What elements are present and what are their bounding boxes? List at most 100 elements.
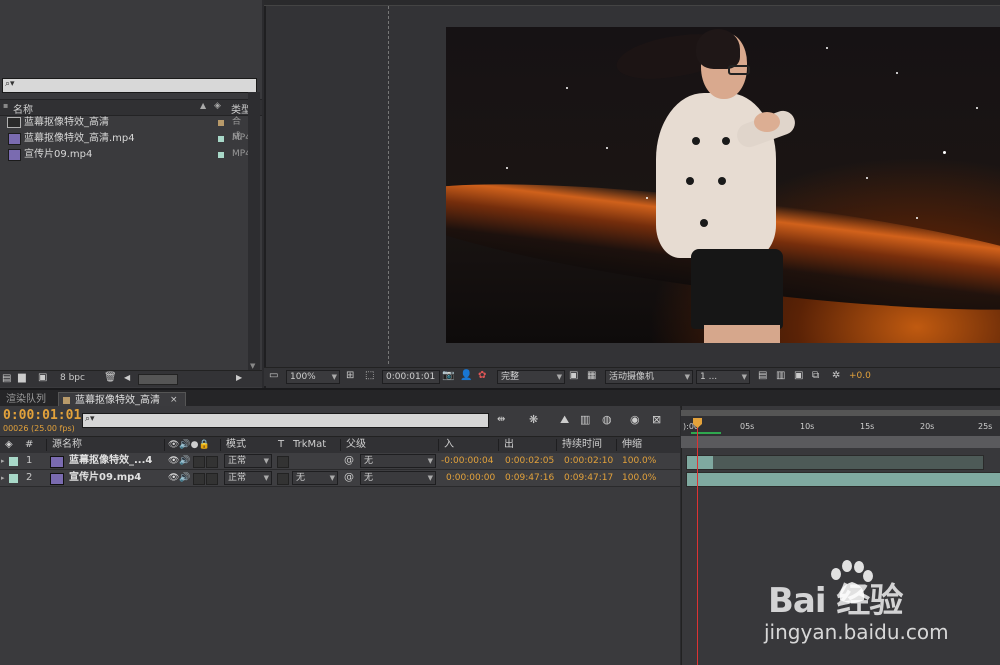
new-composition-icon[interactable]: ▣ [38, 372, 47, 383]
stretch-column-header[interactable]: 伸缩 [622, 438, 642, 452]
region-of-interest-icon[interactable]: ▣ [569, 370, 578, 381]
new-folder-icon[interactable]: ▆ [18, 372, 26, 383]
layer-out-point[interactable]: 0:09:47:16 [505, 470, 554, 486]
reset-exposure-icon[interactable]: ✲ [832, 370, 840, 381]
viewer-top-border [264, 0, 1000, 6]
layer-stretch[interactable]: 100.0% [622, 470, 656, 486]
camera-dropdown[interactable]: 活动摄像机 ▼ [605, 370, 693, 384]
draft-3d-icon[interactable]: ❋ [529, 413, 538, 426]
layer-stretch[interactable]: 100.0% [622, 453, 656, 469]
parent-dropdown[interactable]: 无 ▼ [360, 471, 436, 485]
chevron-down-icon: ▼ [741, 373, 747, 381]
layer-out-point[interactable]: 0:00:02:05 [505, 453, 554, 469]
timeline-icon[interactable]: ▣ [794, 370, 803, 381]
project-item[interactable]: 蓝幕抠像特效_高清 合成 ⧉ [0, 115, 255, 142]
time-ruler[interactable]: ):00 05s 10s 15s 20s 25s [681, 410, 1000, 436]
lock-switch[interactable] [206, 473, 218, 485]
in-column-header[interactable]: 入 [444, 438, 454, 452]
mask-visibility-icon[interactable]: ⬚ [365, 370, 374, 381]
current-time-indicator[interactable] [697, 418, 698, 665]
brainstorm-icon[interactable]: ⊠ [652, 413, 661, 426]
timeline-search-input[interactable]: ⌕▾ [82, 413, 489, 428]
always-preview-icon[interactable]: ▭ [269, 370, 278, 381]
composition-frame[interactable] [446, 27, 1000, 343]
graph-editor-icon[interactable]: ◉ [630, 413, 640, 426]
mode-dropdown[interactable]: 正常 ▼ [224, 471, 272, 485]
shy-layers-icon[interactable]: ⛰ [560, 413, 569, 427]
views-dropdown[interactable]: 1 ... ▼ [696, 370, 750, 384]
viewer-timecode[interactable]: 0:00:01:01 [382, 370, 440, 384]
layer-duration-bar[interactable] [686, 455, 984, 470]
preserve-transparency-switch[interactable] [277, 456, 289, 468]
t-column-header[interactable]: T [278, 438, 284, 452]
show-snapshot-icon[interactable]: 👤 [460, 370, 472, 381]
layer-name[interactable]: 宣传片09.mp4 [69, 470, 141, 486]
comp-mini-flowchart-icon[interactable]: ⇹ [497, 414, 505, 425]
work-area-bar[interactable] [681, 436, 1000, 448]
scroll-left-icon[interactable]: ◀ [124, 373, 130, 382]
layer-in-point[interactable]: -0:00:00:04 [441, 453, 493, 469]
project-scrollbar[interactable]: ▼ [248, 92, 260, 372]
visibility-audio-icon[interactable]: 👁🔊 [168, 470, 191, 486]
expand-arrow-icon[interactable]: ▸ [1, 470, 5, 486]
channel-icon[interactable]: ✿ [478, 370, 486, 381]
solo-switch[interactable] [193, 473, 205, 485]
bit-depth-label[interactable]: 8 bpc [60, 373, 85, 383]
tab-render-queue[interactable]: 渲染队列 [2, 392, 50, 407]
out-column-header[interactable]: 出 [504, 438, 514, 452]
project-search-input[interactable]: ⌕▾ [2, 78, 257, 93]
flowchart-icon[interactable]: ⧉ [812, 370, 819, 381]
toggle-pixel-aspect-icon[interactable]: ▤ [758, 370, 767, 381]
safe-margins-icon[interactable]: ⊞ [346, 370, 354, 381]
pick-whip-icon[interactable]: @ [344, 470, 354, 486]
layer-duration[interactable]: 0:09:47:17 [564, 470, 613, 486]
project-item[interactable]: 蓝幕抠像特效_高清.mp4 MP4 [0, 131, 251, 146]
num-column-header[interactable]: # [25, 438, 33, 452]
layer-label-color[interactable] [9, 457, 18, 466]
time-navigator[interactable] [681, 410, 1000, 416]
trkmat-column-header[interactable]: TrkMat [293, 438, 326, 452]
preserve-transparency-switch[interactable] [277, 473, 289, 485]
layer-label-color[interactable] [9, 474, 18, 483]
source-name-column-header[interactable]: 源名称 [52, 438, 82, 452]
parent-column-header[interactable]: 父级 [346, 438, 366, 452]
mode-column-header[interactable]: 模式 [226, 438, 246, 452]
visibility-audio-icon[interactable]: 👁🔊 [168, 453, 191, 469]
layer-duration[interactable]: 0:00:02:10 [564, 453, 613, 469]
trash-icon[interactable]: 🗑 [104, 372, 117, 383]
solo-switch[interactable] [193, 456, 205, 468]
exposure-value[interactable]: +0.0 [849, 371, 871, 381]
scroll-down-icon[interactable]: ▼ [250, 362, 255, 370]
trkmat-dropdown[interactable]: 无 ▼ [292, 471, 338, 485]
resolution-dropdown[interactable]: 完整 ▼ [497, 370, 565, 384]
current-time-display[interactable]: 0:00:01:01 [3, 408, 81, 423]
pick-whip-icon[interactable]: @ [344, 453, 354, 469]
fast-previews-icon[interactable]: ▥ [776, 370, 785, 381]
zoom-dropdown[interactable]: 100% ▼ [286, 370, 340, 384]
guide-line[interactable] [388, 6, 390, 364]
mode-dropdown[interactable]: 正常 ▼ [224, 454, 272, 468]
scroll-right-icon[interactable]: ▶ [236, 373, 242, 382]
snapshot-icon[interactable]: 📷 [442, 370, 454, 381]
layer-active-segment[interactable] [687, 456, 713, 469]
duration-column-header[interactable]: 持续时间 [562, 438, 602, 452]
frame-blending-icon[interactable]: ▥ [580, 413, 590, 426]
name-column-header[interactable]: 名称 [13, 101, 33, 116]
ruler-tick-label: 15s [860, 422, 875, 431]
resolution-value: 完整 [501, 372, 520, 382]
expand-arrow-icon[interactable]: ▸ [1, 453, 5, 469]
project-item[interactable]: 宣传片09.mp4 MP4 [0, 147, 251, 162]
layer-name[interactable]: 蓝幕抠像特效_...4 [69, 453, 152, 469]
layer-duration-bar[interactable] [686, 472, 1000, 487]
timeline-layer-row[interactable]: ▸ 1 蓝幕抠像特效_...4 👁🔊 正常 ▼ @ 无 ▼ -0:00:00:04 … [0, 453, 680, 470]
motion-blur-icon[interactable]: ◍ [602, 413, 612, 426]
lock-switch[interactable] [206, 456, 218, 468]
parent-dropdown[interactable]: 无 ▼ [360, 454, 436, 468]
layer-in-point[interactable]: 0:00:00:00 [446, 470, 495, 486]
horizontal-scroll-thumb[interactable] [138, 374, 178, 385]
ruler-tick-label: 05s [740, 422, 755, 431]
timeline-layer-row[interactable]: ▸ 2 宣传片09.mp4 👁🔊 正常 ▼ 无 ▼ @ 无 ▼ 0:00:00:00 … [0, 470, 680, 487]
interpret-footage-icon[interactable]: ▤ [2, 373, 11, 384]
transparency-grid-icon[interactable]: ▦ [587, 370, 596, 381]
comp-label-swatch [63, 397, 70, 404]
